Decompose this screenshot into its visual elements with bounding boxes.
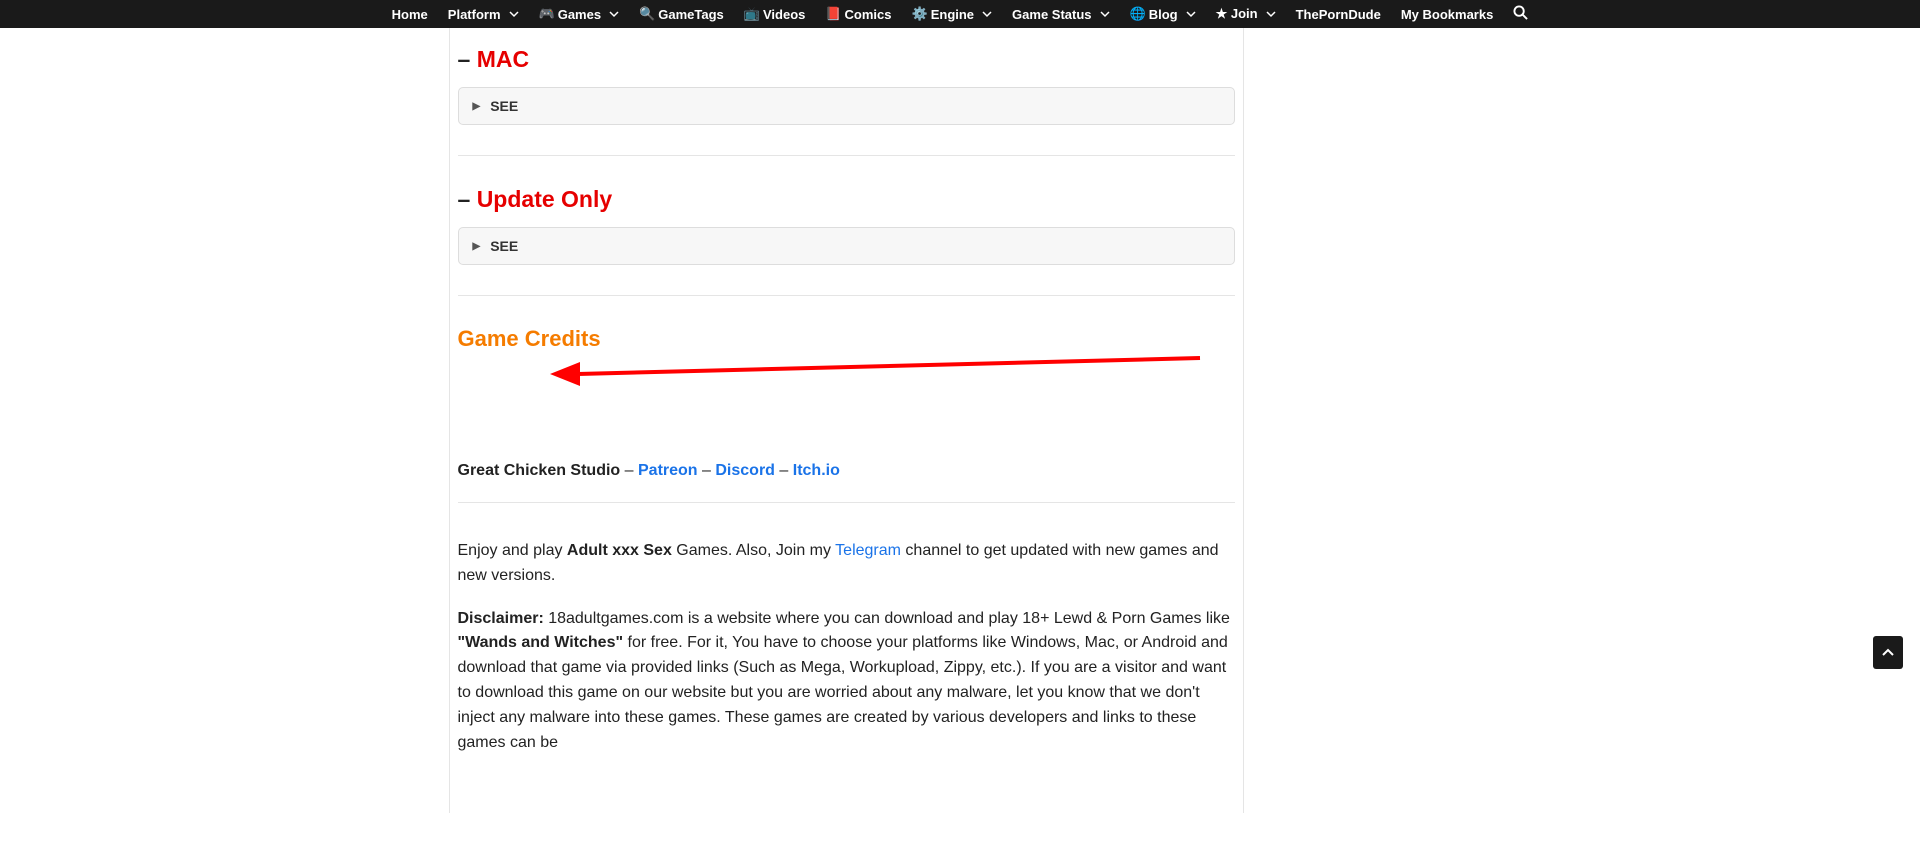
chevron-down-icon <box>1100 9 1110 19</box>
triangle-right-icon: ▶ <box>473 241 481 252</box>
nav-games[interactable]: 🎮 Games <box>529 0 630 28</box>
telegram-link[interactable]: Telegram <box>835 542 901 559</box>
book-icon: 📕 <box>825 6 841 22</box>
game-credits-heading: Game Credits <box>458 326 1235 352</box>
triangle-right-icon: ▶ <box>473 101 481 112</box>
patreon-link[interactable]: Patreon <box>638 462 698 479</box>
divider <box>458 502 1235 503</box>
chevron-up-icon <box>1881 646 1895 660</box>
chevron-down-icon <box>1266 9 1276 19</box>
nav-label: My Bookmarks <box>1401 7 1493 22</box>
nav-label: Videos <box>763 7 805 22</box>
nav-label: Game Status <box>1012 7 1091 22</box>
nav-platform[interactable]: Platform <box>438 0 529 28</box>
nav-label: ThePornDude <box>1296 7 1381 22</box>
enjoy-paragraph: Enjoy and play Adult xxx Sex Games. Also… <box>458 539 1235 589</box>
nav-engine[interactable]: ⚙️ Engine <box>902 0 1003 28</box>
nav-videos[interactable]: 📺 Videos <box>734 0 816 28</box>
disclaimer-paragraph: Disclaimer: 18adultgames.com is a websit… <box>458 607 1235 756</box>
nav-label: Platform <box>448 7 501 22</box>
accordion-label: SEE <box>490 238 518 254</box>
chevron-down-icon <box>509 9 519 19</box>
nav-label: Blog <box>1149 7 1178 22</box>
gear-icon: ⚙️ <box>912 6 928 22</box>
game-title-quoted: "Wands and Witches" <box>458 634 624 651</box>
nav-label: GameTags <box>658 7 724 22</box>
accordion-label: SEE <box>490 98 518 114</box>
nav-blog[interactable]: 🌐 Blog <box>1120 0 1206 28</box>
divider <box>458 155 1235 156</box>
nav-gametags[interactable]: 🔍 GameTags <box>629 0 734 28</box>
nav-label: Home <box>392 7 428 22</box>
tv-icon: 📺 <box>744 6 760 22</box>
nav-comics[interactable]: 📕 Comics <box>815 0 901 28</box>
mac-section-header: – MAC <box>458 46 1235 73</box>
disclaimer-label: Disclaimer: <box>458 610 544 627</box>
nav-game-status[interactable]: Game Status <box>1002 0 1119 28</box>
credits-line: Great Chicken Studio – Patreon – Discord… <box>458 462 1235 480</box>
nav-theporndude[interactable]: ThePornDude <box>1286 0 1391 28</box>
nav-label: Games <box>558 7 601 22</box>
search-button[interactable] <box>1503 5 1538 23</box>
main-content: – MAC ▶ SEE – Update Only ▶ SEE Game Cre… <box>449 28 1244 813</box>
nav-my-bookmarks[interactable]: My Bookmarks <box>1391 0 1503 28</box>
nav-join[interactable]: ★ Join <box>1206 0 1286 28</box>
search-icon <box>1513 5 1528 20</box>
studio-name: Great Chicken Studio <box>458 462 621 479</box>
nav-label: ★ Join <box>1216 6 1258 22</box>
top-navbar: Home Platform 🎮 Games 🔍 GameTags 📺 Video… <box>0 0 1920 28</box>
scroll-to-top-button[interactable] <box>1873 636 1903 669</box>
chevron-down-icon <box>609 9 619 19</box>
divider <box>458 295 1235 296</box>
chevron-down-icon <box>982 9 992 19</box>
nav-label: Engine <box>931 7 974 22</box>
discord-link[interactable]: Discord <box>715 462 775 479</box>
update-section-header: – Update Only <box>458 186 1235 213</box>
itchio-link[interactable]: Itch.io <box>793 462 840 479</box>
globe-icon: 🌐 <box>1130 6 1146 22</box>
chevron-down-icon <box>1186 9 1196 19</box>
magnifier-icon: 🔍 <box>639 6 655 22</box>
see-accordion-update[interactable]: ▶ SEE <box>458 227 1235 265</box>
nav-home[interactable]: Home <box>382 0 438 28</box>
nav-label: Comics <box>845 7 892 22</box>
see-accordion-mac[interactable]: ▶ SEE <box>458 87 1235 125</box>
gamepad-icon: 🎮 <box>539 6 555 22</box>
